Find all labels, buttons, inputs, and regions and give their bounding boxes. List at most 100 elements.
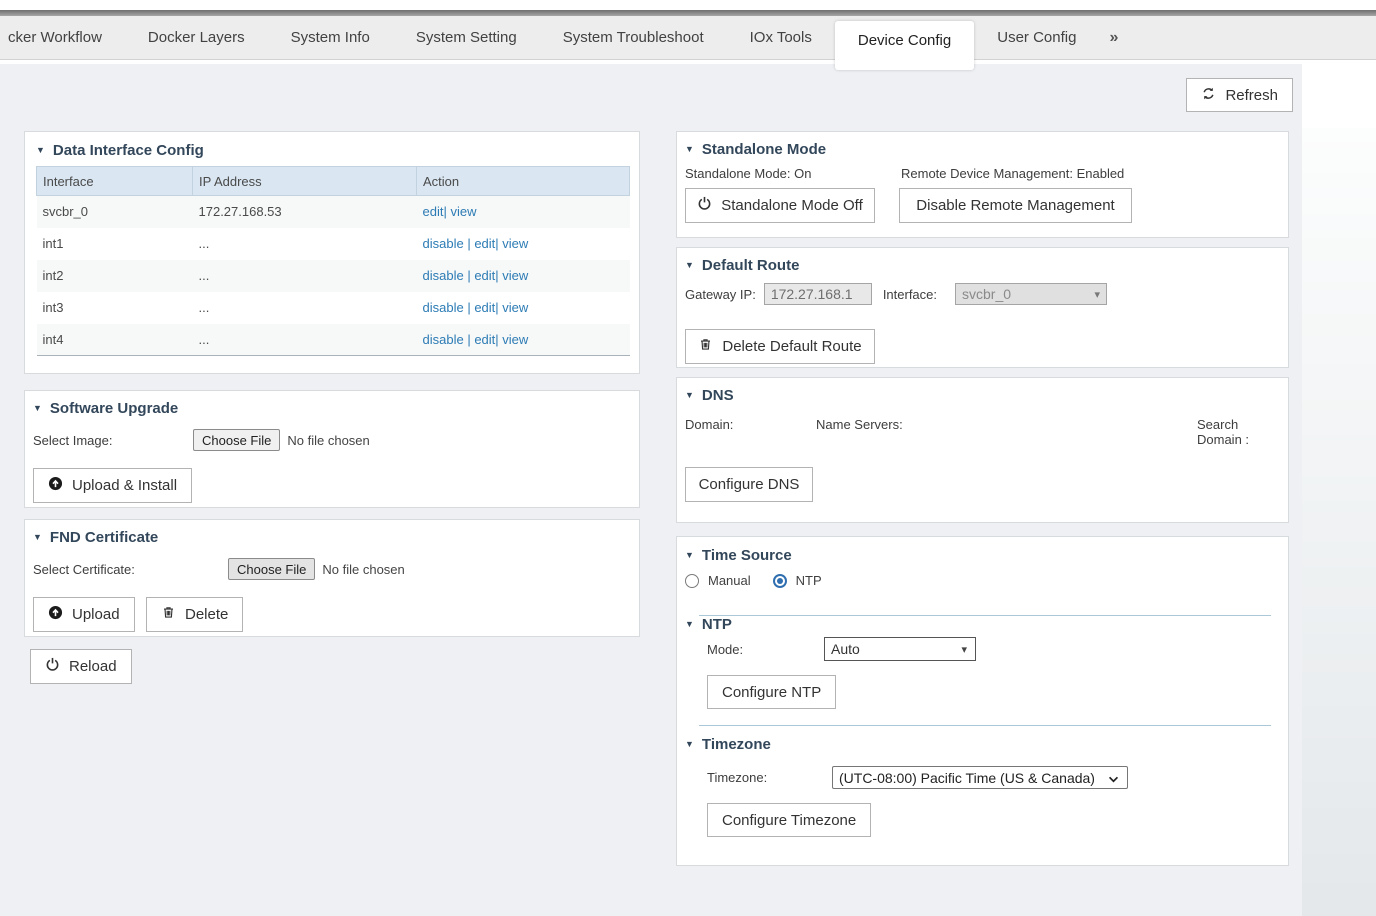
link-separator: | [464,332,475,347]
software-upgrade-panel: ▼ Software Upgrade Select Image: Choose … [24,390,640,508]
edit-link[interactable]: edit [474,236,495,251]
data-interface-config-header[interactable]: ▼ Data Interface Config [25,132,639,159]
view-link[interactable]: view [450,204,476,219]
fnd-certificate-panel: ▼ FND Certificate Select Certificate: Ch… [24,519,640,637]
col-action: Action [417,167,630,196]
link-separator: | [464,268,475,283]
interface-label: Interface: [883,287,937,302]
delete-default-route-button[interactable]: Delete Default Route [685,329,875,364]
ntp-mode-select[interactable]: Auto ▾ [824,637,976,661]
ntp-radio[interactable] [773,574,787,588]
delete-button[interactable]: Delete [146,597,243,632]
chevron-down-icon [1108,770,1119,786]
tab-user-config[interactable]: User Config [974,16,1099,60]
configure-dns-button[interactable]: Configure DNS [685,467,813,502]
dropdown-arrow-icon: ▾ [1094,288,1100,301]
refresh-button[interactable]: Refresh [1186,78,1293,112]
view-link[interactable]: view [502,332,528,347]
action-cell: edit| view [417,196,630,228]
fnd-certificate-header[interactable]: ▼ FND Certificate [33,529,639,546]
timezone-header[interactable]: ▼ Timezone [685,736,1288,753]
upload-install-button[interactable]: Upload & Install [33,468,192,503]
software-upgrade-header[interactable]: ▼ Software Upgrade [33,400,639,417]
disable-link[interactable]: disable [423,332,464,347]
tab-docker-workflow[interactable]: cker Workflow [0,16,125,60]
timezone-select[interactable]: (UTC-08:00) Pacific Time (US & Canada) [832,766,1128,789]
disable-link[interactable]: disable [423,300,464,315]
panel-title: FND Certificate [50,529,158,546]
trash-icon [161,605,176,624]
disable-link[interactable]: disable [423,236,464,251]
edit-link[interactable]: edit [423,204,444,219]
standalone-mode-header[interactable]: ▼ Standalone Mode [685,141,1288,158]
view-link[interactable]: view [502,300,528,315]
disable-link[interactable]: disable [423,268,464,283]
panel-title: Default Route [702,257,800,274]
table-row: int3...disable | edit| view [37,292,630,324]
edit-link[interactable]: edit [474,268,495,283]
data-interface-config-panel: ▼ Data Interface Config Interface IP Add… [24,131,640,374]
table-row: int1...disable | edit| view [37,228,630,260]
configure-timezone-button[interactable]: Configure Timezone [707,803,871,837]
table-header-row: Interface IP Address Action [37,167,630,196]
interface-select[interactable]: svcbr_0 ▾ [955,283,1107,305]
time-source-header[interactable]: ▼ Time Source [685,547,1288,564]
time-source-panel: ▼ Time Source Manual NTP ▼ NTP Mode: [676,536,1289,866]
link-separator: | [464,300,475,315]
choose-file-button[interactable]: Choose File [193,429,280,451]
standalone-mode-status: Standalone Mode: On [685,166,901,181]
section-title: Timezone [702,736,771,753]
tab-overflow-chevron-icon[interactable]: » [1099,16,1128,60]
panel-title: DNS [702,387,734,404]
edit-link[interactable]: edit [474,332,495,347]
tab-system-setting[interactable]: System Setting [393,16,540,60]
interface-name-cell: int1 [37,228,193,260]
default-route-panel: ▼ Default Route Gateway IP: Interface: s… [676,247,1289,368]
configure-ntp-button[interactable]: Configure NTP [707,675,836,709]
panel-title: Data Interface Config [53,142,204,159]
collapse-triangle-icon: ▼ [33,533,42,542]
manual-radio[interactable] [685,574,699,588]
ip-address-cell: 172.27.168.53 [193,196,417,228]
tab-docker-layers[interactable]: Docker Layers [125,16,268,60]
collapse-triangle-icon: ▼ [685,740,694,749]
disable-remote-management-button[interactable]: Disable Remote Management [899,188,1132,223]
standalone-mode-off-button[interactable]: Standalone Mode Off [685,188,875,223]
action-cell: disable | edit| view [417,292,630,324]
collapse-triangle-icon: ▼ [685,391,694,400]
power-icon [697,196,712,215]
view-link[interactable]: view [502,236,528,251]
upload-button[interactable]: Upload [33,597,135,632]
tab-system-info[interactable]: System Info [268,16,393,60]
edit-link[interactable]: edit [474,300,495,315]
collapse-triangle-icon: ▼ [36,146,45,155]
view-link[interactable]: view [502,268,528,283]
trash-icon [698,337,713,356]
ntp-radio-label: NTP [796,573,822,588]
search-domain-label: Search Domain : [1197,417,1261,447]
ntp-header[interactable]: ▼ NTP [685,616,1288,633]
tab-iox-tools[interactable]: IOx Tools [727,16,835,60]
reload-button[interactable]: Reload [30,649,132,684]
gateway-ip-input[interactable] [764,283,872,305]
section-divider [699,725,1271,726]
dns-panel: ▼ DNS Domain: Name Servers: Search Domai… [676,377,1289,523]
default-route-header[interactable]: ▼ Default Route [685,257,1288,274]
panel-title: Time Source [702,547,792,564]
name-servers-label: Name Servers: [816,417,1197,447]
gateway-ip-label: Gateway IP: [685,287,756,302]
tab-system-troubleshoot[interactable]: System Troubleshoot [540,16,727,60]
action-cell: disable | edit| view [417,260,630,292]
col-ip-address: IP Address [193,167,417,196]
link-separator: | [464,236,475,251]
standalone-mode-panel: ▼ Standalone Mode Standalone Mode: On Re… [676,131,1289,238]
collapse-triangle-icon: ▼ [685,145,694,154]
dns-header[interactable]: ▼ DNS [685,387,1280,404]
tab-device-config[interactable]: Device Config [835,21,974,70]
ip-address-cell: ... [193,324,417,356]
ip-address-cell: ... [193,260,417,292]
choose-file-button[interactable]: Choose File [228,558,315,580]
page-right-margin [1302,128,1376,916]
interface-name-cell: int4 [37,324,193,356]
timezone-label: Timezone: [707,770,832,785]
